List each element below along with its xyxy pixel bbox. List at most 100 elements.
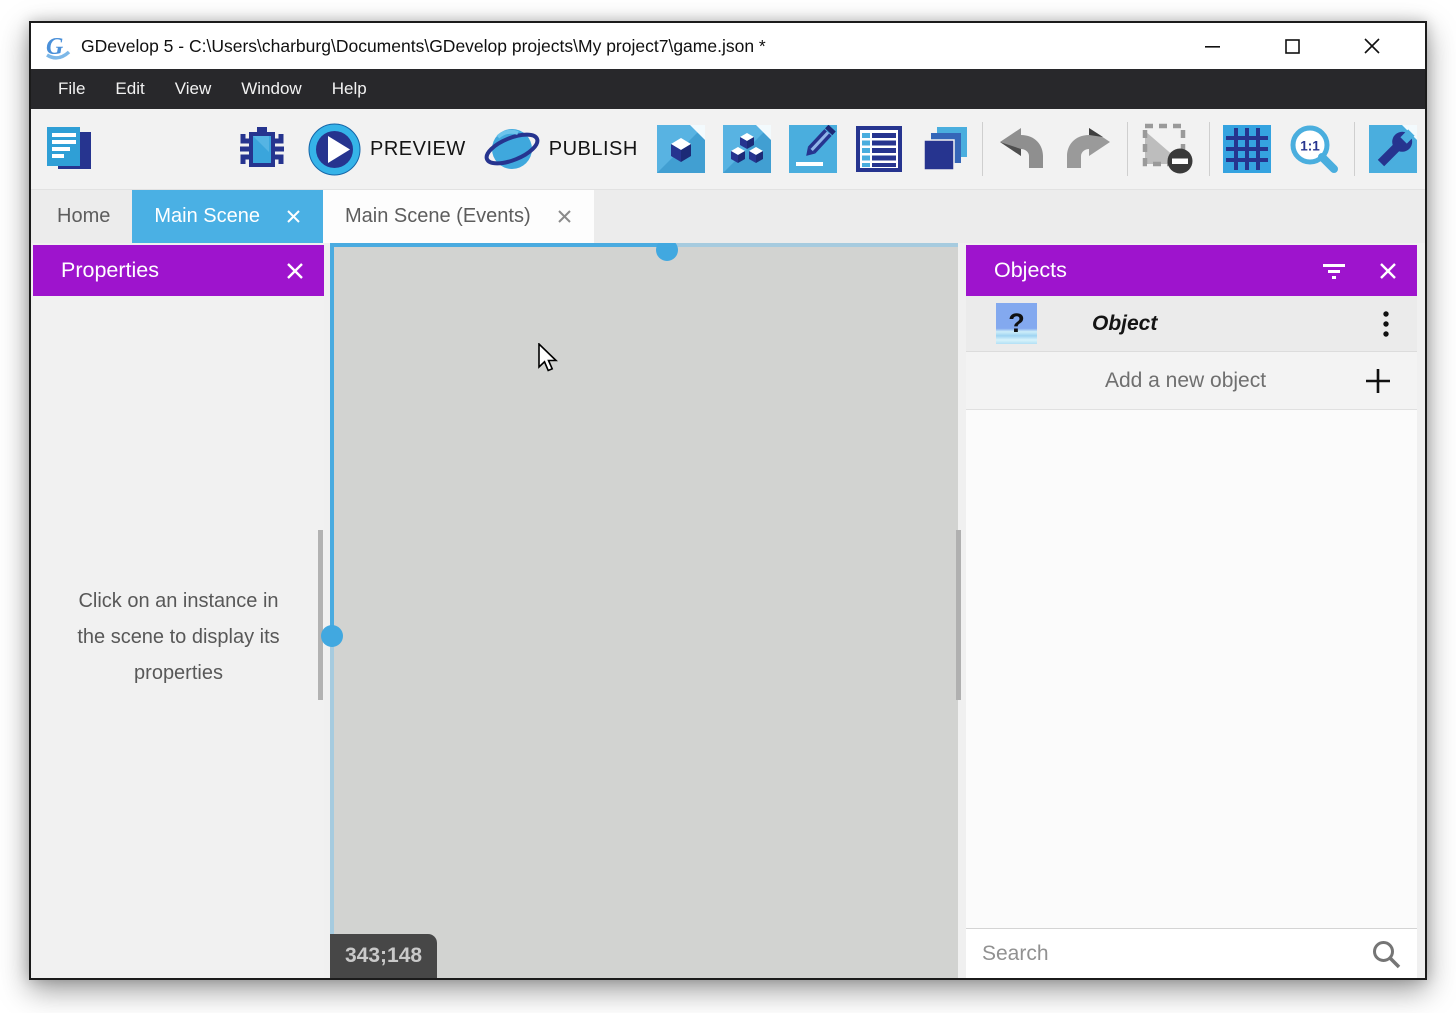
filter-icon[interactable] (1323, 263, 1345, 279)
maximize-icon (1285, 39, 1300, 54)
objects-panel-title: Objects (994, 258, 1067, 283)
scene-editor-region: 343;148 (324, 243, 966, 978)
minimize-icon (1205, 39, 1220, 54)
search-input[interactable] (982, 942, 1371, 966)
scene-properties-button[interactable] (789, 125, 837, 173)
search-icon[interactable] (1371, 939, 1401, 969)
toolbar: PREVIEW PUBLISH (31, 109, 1425, 189)
object-name: Object (1092, 312, 1157, 336)
instances-list-button[interactable] (855, 125, 903, 173)
close-icon (1364, 38, 1380, 54)
toolbar-separator (982, 122, 983, 176)
window-controls (1155, 23, 1425, 69)
menu-edit[interactable]: Edit (100, 69, 159, 109)
properties-close-icon[interactable] (286, 262, 304, 280)
toolbar-separator (1354, 122, 1355, 176)
undo-button[interactable] (997, 127, 1047, 171)
minimize-button[interactable] (1189, 23, 1235, 69)
layers-editor-icon (921, 125, 969, 173)
objects-panel-header: Objects (966, 245, 1417, 296)
toolbar-separator (1209, 122, 1210, 176)
scene-properties-icon (789, 125, 837, 173)
maximize-button[interactable] (1269, 23, 1315, 69)
preview-label[interactable]: PREVIEW (370, 138, 466, 161)
window-title: GDevelop 5 - C:\Users\charburg\Documents… (81, 36, 766, 57)
properties-message-line: Click on an instance in (77, 583, 279, 619)
canvas-vscroll-thumb[interactable] (321, 625, 343, 647)
debug-icon (236, 125, 288, 173)
zoom-ratio-glyph: 1:1 (1300, 139, 1320, 154)
canvas-vscroll-track[interactable] (330, 636, 334, 978)
publish-globe-icon (484, 123, 540, 175)
menu-view[interactable]: View (160, 69, 227, 109)
preview-button[interactable] (308, 123, 361, 176)
properties-empty-state: Click on an instance in the scene to dis… (33, 296, 324, 978)
properties-panel: Properties Click on an instance in the s… (33, 245, 324, 978)
properties-message-line: the scene to display its (77, 619, 279, 655)
project-manager-button[interactable] (44, 125, 94, 173)
tab-main-scene-label: Main Scene (154, 205, 260, 228)
objects-panel: Objects ? Object Add a new ob (966, 245, 1417, 978)
scene-settings-wrench-icon (1369, 125, 1417, 173)
properties-message-line: properties (77, 655, 279, 691)
tab-main-scene-events-label: Main Scene (Events) (345, 205, 531, 228)
undo-icon (997, 127, 1047, 171)
layers-editor-button[interactable] (921, 125, 969, 173)
object-menu-dots-icon[interactable] (1383, 311, 1389, 337)
objects-editor-icon (657, 125, 705, 173)
gdevelop-logo-icon: G (43, 31, 73, 61)
objects-search-bar (966, 928, 1417, 978)
menu-file[interactable]: File (43, 69, 100, 109)
object-groups-button[interactable] (723, 125, 771, 173)
add-object-label: Add a new object (966, 369, 1365, 393)
project-manager-icon (44, 125, 94, 173)
objects-close-icon[interactable] (1379, 262, 1397, 280)
tab-home-label: Home (57, 205, 110, 228)
redo-icon (1063, 127, 1113, 171)
properties-panel-title: Properties (61, 258, 159, 283)
canvas-hscroll-track[interactable] (667, 243, 958, 247)
scene-canvas[interactable] (330, 247, 958, 978)
title-bar: G GDevelop 5 - C:\Users\charburg\Documen… (31, 23, 1425, 69)
canvas-vscroll-track[interactable] (330, 247, 334, 636)
zoom-reset-button[interactable]: 1:1 (1289, 124, 1339, 174)
redo-button[interactable] (1063, 127, 1113, 171)
publish-button[interactable] (484, 123, 540, 175)
app-window: G GDevelop 5 - C:\Users\charburg\Documen… (29, 21, 1427, 980)
tab-main-scene-events-close-icon[interactable] (557, 209, 572, 224)
objects-editor-button[interactable] (657, 125, 705, 173)
toolbar-separator (1127, 122, 1128, 176)
preview-play-icon (308, 123, 361, 176)
tab-home[interactable]: Home (35, 190, 132, 243)
deselect-instances-icon (1142, 123, 1194, 175)
tab-main-scene-close-icon[interactable] (286, 209, 301, 224)
tab-main-scene[interactable]: Main Scene (132, 190, 323, 243)
object-groups-icon (723, 125, 771, 173)
tab-main-scene-events[interactable]: Main Scene (Events) (323, 190, 594, 243)
menu-window[interactable]: Window (226, 69, 316, 109)
objects-list-empty-area (966, 410, 1417, 928)
tab-bar: Home Main Scene Main Scene (Events) (31, 189, 1425, 243)
question-mark-icon: ? (996, 303, 1037, 344)
add-object-row[interactable]: Add a new object (966, 352, 1417, 410)
grid-button[interactable] (1223, 125, 1271, 173)
debug-button[interactable] (236, 125, 288, 173)
main-content: Properties Click on an instance in the s… (31, 243, 1425, 978)
canvas-hscroll-track[interactable] (330, 243, 667, 247)
plus-icon[interactable] (1365, 368, 1391, 394)
menu-bar: File Edit View Window Help (31, 69, 1425, 109)
close-window-button[interactable] (1349, 23, 1395, 69)
scene-settings-button[interactable] (1369, 125, 1417, 173)
mouse-cursor (538, 343, 560, 373)
grid-icon (1223, 125, 1271, 173)
properties-scrollbar[interactable] (318, 530, 323, 700)
instances-list-icon (855, 125, 903, 173)
publish-label[interactable]: PUBLISH (549, 138, 638, 161)
menu-help[interactable]: Help (317, 69, 382, 109)
canvas-scrollbar[interactable] (956, 530, 961, 700)
object-list-item[interactable]: ? Object (966, 296, 1417, 352)
cursor-coordinates-tooltip: 343;148 (330, 934, 437, 978)
deselect-instances-button[interactable] (1142, 123, 1194, 175)
properties-panel-header: Properties (33, 245, 324, 296)
zoom-reset-icon: 1:1 (1289, 124, 1339, 174)
